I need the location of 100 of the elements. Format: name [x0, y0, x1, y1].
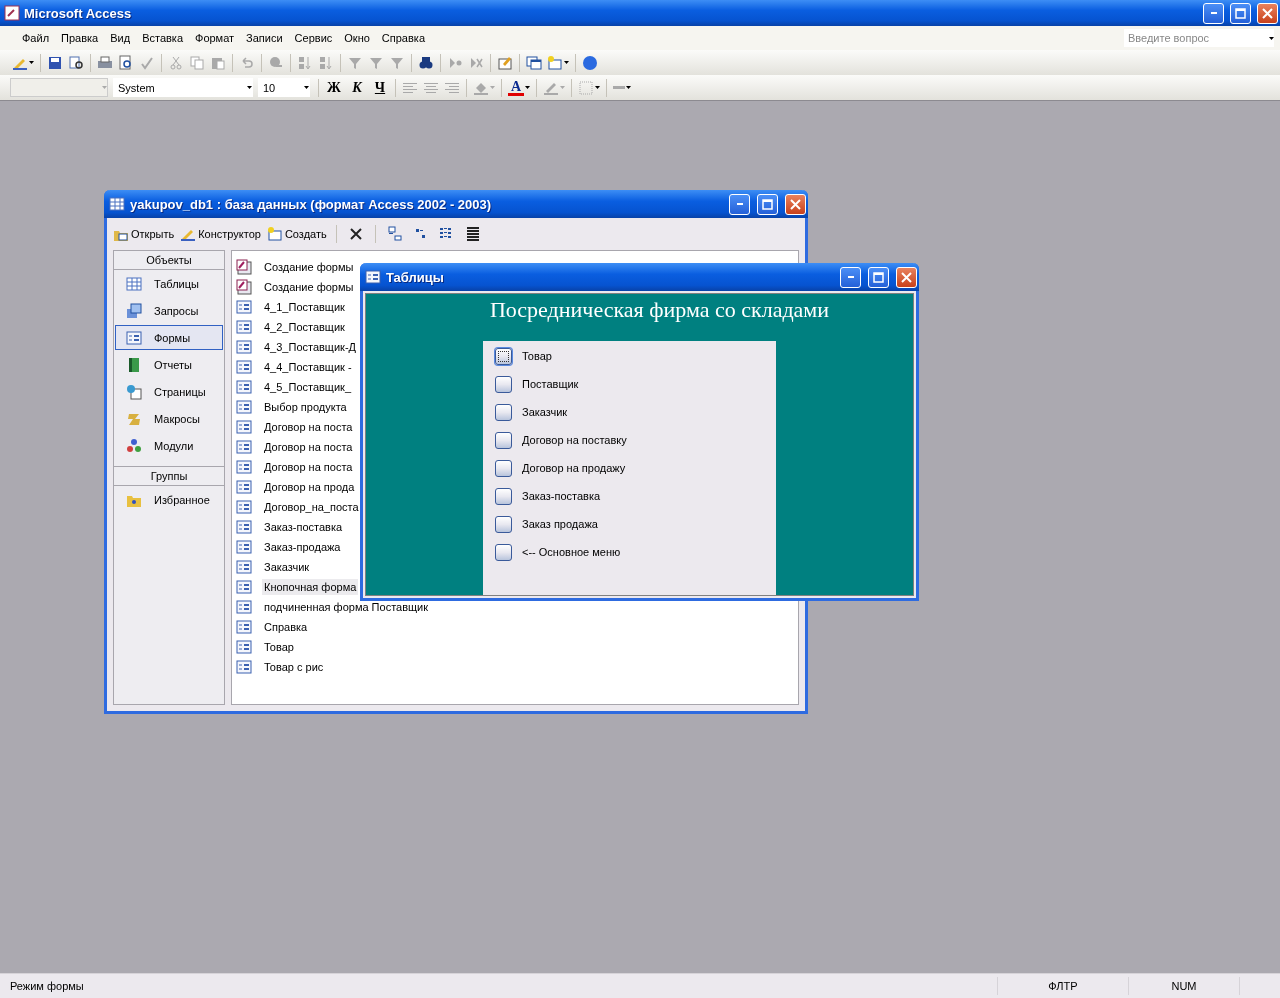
cut-icon: [168, 54, 184, 71]
object-item[interactable]: Формы: [115, 325, 223, 350]
menu-item[interactable]: Формат: [189, 30, 241, 46]
table-icon: [109, 196, 125, 212]
pane-header: Объекты: [114, 251, 224, 270]
caret-icon: [595, 86, 600, 89]
minimize-icon: [736, 203, 743, 205]
maximize-button[interactable]: [757, 193, 778, 215]
form-icon: [236, 539, 252, 555]
switchboard-button[interactable]: [495, 543, 512, 561]
object-item[interactable]: Запросы: [115, 298, 223, 323]
object-item[interactable]: Модули: [115, 433, 223, 458]
list-item[interactable]: Товар: [262, 639, 296, 655]
switchboard-button[interactable]: [495, 431, 512, 449]
bold-button[interactable]: Ж: [323, 76, 345, 99]
list-item[interactable]: Заказчик: [262, 559, 312, 575]
status-indicator: ФЛТР: [997, 977, 1128, 995]
caret-icon: [525, 86, 530, 89]
printer-icon: [97, 54, 113, 71]
list-item[interactable]: Создание формы: [262, 259, 356, 275]
object-label: Формы: [154, 331, 191, 344]
list-item[interactable]: 4_1_Поставщик: [262, 299, 347, 315]
design-button[interactable]: Конструктор: [180, 226, 261, 242]
list-item[interactable]: 4_5_Поставщик_: [262, 379, 353, 395]
group-label: Избранное: [154, 493, 210, 506]
form-icon: [236, 379, 252, 395]
list-item[interactable]: 4_2_Поставщик: [262, 319, 347, 335]
close-button[interactable]: [896, 266, 917, 288]
caret-icon: [247, 86, 252, 89]
restore-button[interactable]: [1230, 2, 1251, 24]
list-item[interactable]: Договор на поста: [262, 419, 355, 435]
maximize-icon: [762, 198, 773, 210]
page-icon: [126, 383, 142, 400]
list-item[interactable]: Справка: [262, 619, 310, 635]
switchboard-button[interactable]: [495, 487, 512, 505]
list-item[interactable]: Заказ-продажа: [262, 539, 343, 555]
new-button[interactable]: Создать: [266, 226, 327, 242]
ask-question-field[interactable]: Введите вопрос: [1124, 29, 1274, 47]
object-item[interactable]: Страницы: [115, 379, 223, 404]
menu-item[interactable]: Сервис: [288, 30, 339, 46]
switchboard-button[interactable]: [495, 515, 512, 533]
minimize-icon: [1210, 12, 1217, 14]
object-label: Таблицы: [154, 277, 199, 290]
minimize-button[interactable]: [1203, 2, 1224, 24]
open-button[interactable]: Открыть: [113, 226, 175, 242]
minimize-button[interactable]: [840, 266, 861, 288]
form-icon: [365, 269, 381, 285]
switchboard-button[interactable]: [495, 347, 512, 365]
list-item[interactable]: 4_4_Поставщик -: [262, 359, 354, 375]
switchboard-button[interactable]: [495, 459, 512, 477]
list-item[interactable]: Договор на прода: [262, 479, 357, 495]
form-icon: [236, 559, 252, 575]
windows-icon: [526, 54, 542, 71]
underline-button[interactable]: Ч: [369, 76, 391, 99]
switchboard-label: Товар: [522, 350, 552, 362]
font-size-combo[interactable]: 10: [258, 78, 310, 97]
list-item[interactable]: Выбор продукта: [262, 399, 349, 415]
search-icon: [68, 54, 84, 71]
object-item[interactable]: Макросы: [115, 406, 223, 431]
italic-button[interactable]: К: [346, 76, 368, 99]
switchboard-label: Поставщик: [522, 378, 579, 390]
close-button[interactable]: [785, 193, 806, 215]
status-text: Режим формы: [9, 980, 85, 992]
new-object-icon: [547, 54, 563, 71]
minimize-button[interactable]: [729, 193, 750, 215]
form-icon: [236, 319, 252, 335]
switchboard-label: Договор на поставку: [522, 434, 627, 446]
object-label: Макросы: [154, 412, 200, 425]
menu-item[interactable]: Справка: [375, 30, 431, 46]
border-icon: [578, 79, 594, 96]
font-combo[interactable]: System: [113, 78, 253, 97]
menu-item[interactable]: Вид: [104, 30, 137, 46]
group-item[interactable]: Избранное: [115, 487, 223, 512]
switchboard-button[interactable]: [495, 375, 512, 393]
menu-item[interactable]: Правка: [55, 30, 105, 46]
font-color-button[interactable]: A: [506, 76, 532, 99]
list-item[interactable]: Заказ-поставка: [262, 519, 345, 535]
delete-icon: [347, 226, 364, 242]
maximize-button[interactable]: [868, 266, 889, 288]
menu-item[interactable]: Файл: [16, 30, 56, 46]
list-item[interactable]: Кнопочная форма: [262, 579, 359, 595]
form-icon: [236, 619, 252, 635]
menu-item[interactable]: Записи: [240, 30, 289, 46]
menu-item[interactable]: Окно: [338, 30, 376, 46]
form-icon: [236, 519, 252, 535]
list-item[interactable]: Товар с рис: [262, 659, 326, 675]
list-item[interactable]: 4_3_Поставщик-Д: [262, 339, 358, 355]
close-button[interactable]: [1257, 2, 1278, 24]
menu-item[interactable]: Вставка: [136, 30, 189, 46]
list-item[interactable]: Договор на поста: [262, 439, 355, 455]
list-item[interactable]: подчиненная форма Поставщик: [262, 599, 431, 615]
list-item[interactable]: Договор на поста: [262, 459, 355, 475]
object-item[interactable]: Таблицы: [115, 271, 223, 296]
switchboard-button[interactable]: [495, 403, 512, 421]
color-swatch-icon: [508, 92, 524, 96]
binoculars-icon: [418, 54, 434, 71]
list-item[interactable]: Создание формы: [262, 279, 356, 295]
list-item[interactable]: Договор_на_поста: [262, 499, 361, 515]
object-item[interactable]: Отчеты: [115, 352, 223, 377]
object-label: Модули: [154, 439, 194, 452]
